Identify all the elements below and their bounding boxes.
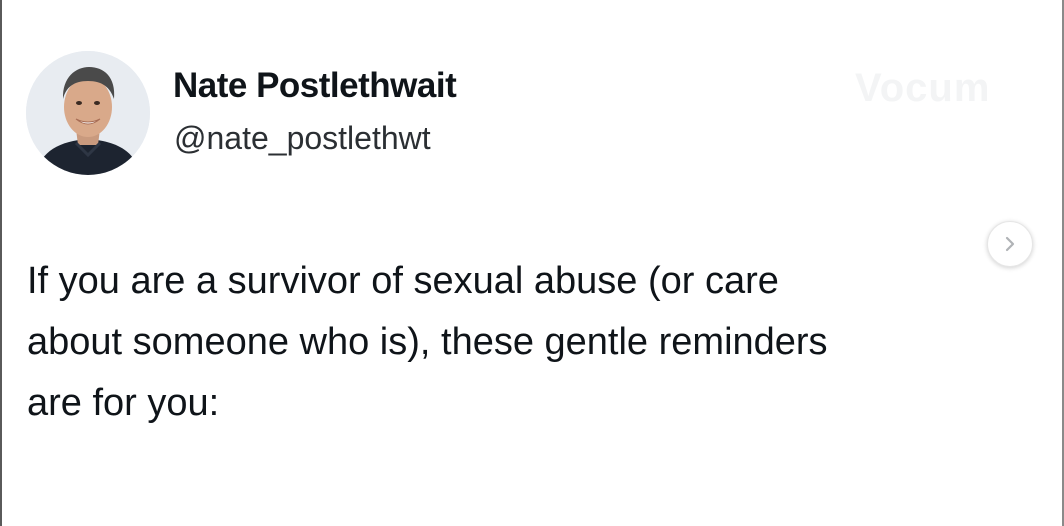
avatar[interactable] <box>26 51 150 175</box>
author-handle[interactable]: @nate_postlethwt <box>174 120 431 157</box>
watermark-logo: Vocum <box>855 66 991 110</box>
tweet-text-line: about someone who is), these gentle remi… <box>27 321 828 363</box>
author-name[interactable]: Nate Postlethwait <box>173 66 457 106</box>
avatar-portrait-icon <box>26 51 150 175</box>
tweet-text-line: are for you: <box>27 382 220 424</box>
tweet-text: If you are a survivor of sexual abuse (o… <box>27 251 1037 434</box>
tweet-card: Nate Postlethwait @nate_postlethwt Vocum… <box>0 0 1064 526</box>
tweet-text-line: If you are a survivor of sexual abuse (o… <box>27 260 779 302</box>
